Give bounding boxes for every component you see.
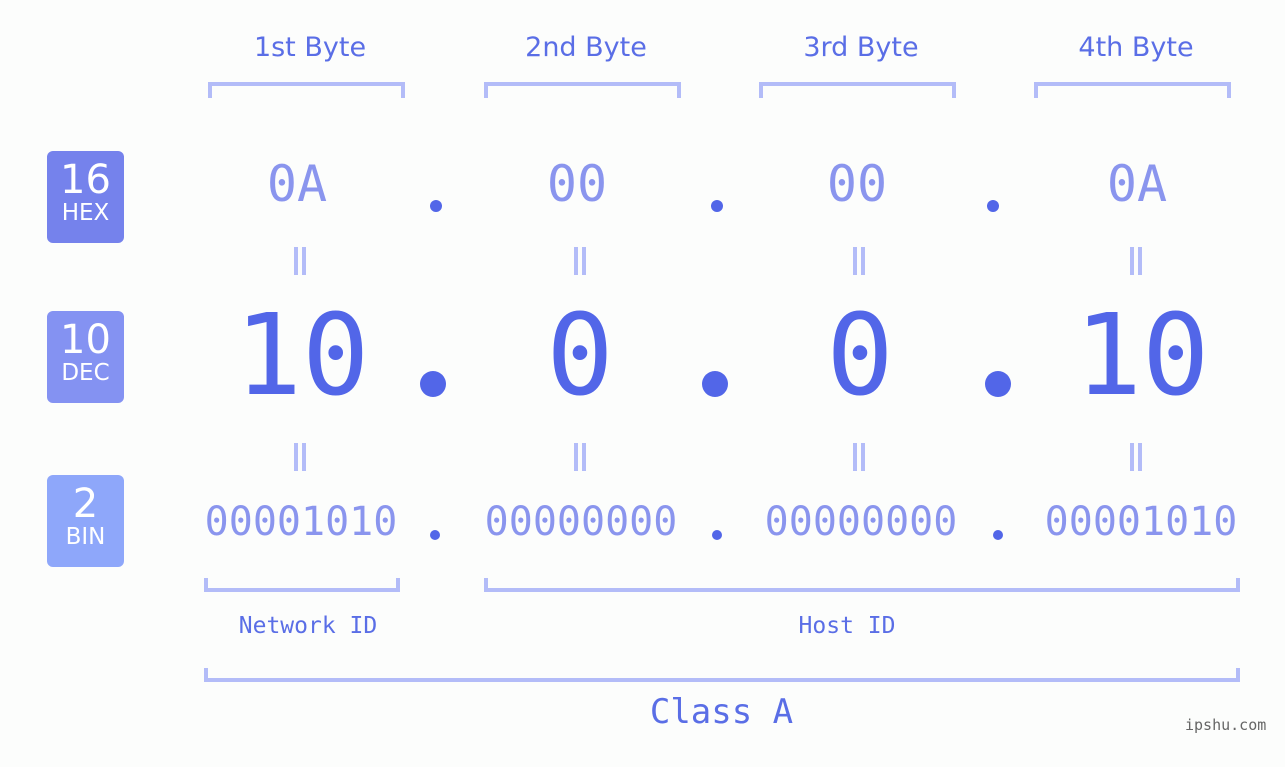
bin-separator-dot	[712, 530, 722, 540]
bin-value-3: 00000000	[764, 499, 958, 545]
class-label: Class A	[649, 692, 794, 732]
equals-icon	[851, 247, 867, 275]
bin-value-4: 00001010	[1044, 499, 1238, 545]
dec-badge: 10 DEC	[47, 311, 124, 403]
byte-label-4: 4th Byte	[1078, 32, 1194, 63]
hex-value-1: 0A	[266, 155, 328, 213]
equals-icon	[572, 443, 588, 471]
hex-value-2: 00	[546, 155, 608, 213]
byte-bracket-1	[208, 82, 405, 98]
byte-label-2: 2nd Byte	[525, 32, 647, 63]
equals-icon	[1128, 443, 1144, 471]
equals-icon	[292, 247, 308, 275]
dec-value-1: 10	[234, 291, 370, 421]
hex-value-4: 0A	[1106, 155, 1168, 213]
equals-icon	[572, 247, 588, 275]
byte-bracket-3	[759, 82, 956, 98]
byte-label-3: 3rd Byte	[803, 32, 919, 63]
hex-value-3: 00	[826, 155, 888, 213]
network-id-bracket	[204, 578, 400, 592]
equals-icon	[851, 443, 867, 471]
hex-badge: 16 HEX	[47, 151, 124, 243]
bin-value-1: 00001010	[204, 499, 398, 545]
byte-label-1: 1st Byte	[253, 32, 367, 63]
hex-separator-dot	[987, 200, 999, 212]
host-id-bracket	[484, 578, 1240, 592]
dec-value-3: 0	[826, 291, 894, 421]
hex-badge-label: HEX	[61, 200, 110, 226]
dec-badge-base: 10	[60, 317, 111, 363]
byte-bracket-4	[1034, 82, 1231, 98]
dec-separator-dot	[702, 371, 728, 397]
hex-separator-dot	[430, 200, 442, 212]
bin-separator-dot	[993, 530, 1003, 540]
dec-value-2: 0	[546, 291, 614, 421]
bin-value-2: 00000000	[484, 499, 678, 545]
class-bracket	[204, 668, 1240, 682]
dec-value-4: 10	[1074, 291, 1210, 421]
hex-badge-base: 16	[60, 157, 111, 203]
host-id-label: Host ID	[798, 613, 896, 639]
watermark: ipshu.com	[1185, 716, 1267, 734]
byte-bracket-2	[484, 82, 681, 98]
network-id-label: Network ID	[238, 613, 378, 639]
bin-badge-label: BIN	[65, 524, 106, 550]
hex-separator-dot	[711, 200, 723, 212]
dec-badge-label: DEC	[61, 360, 110, 386]
equals-icon	[1128, 247, 1144, 275]
dec-separator-dot	[420, 371, 446, 397]
bin-badge: 2 BIN	[47, 475, 124, 567]
bin-badge-base: 2	[72, 481, 99, 527]
bin-separator-dot	[430, 530, 440, 540]
equals-icon	[292, 443, 308, 471]
dec-separator-dot	[985, 371, 1011, 397]
